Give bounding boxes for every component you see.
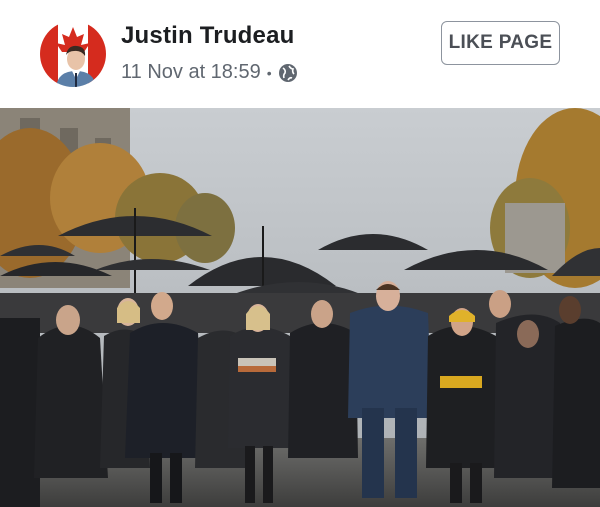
avatar[interactable] [40,21,106,87]
post-photo[interactable] [0,108,600,507]
globe-icon [278,63,298,83]
post-header: Justin Trudeau 11 Nov at 18:59 • LIKE PA… [0,0,600,108]
like-page-button[interactable]: LIKE PAGE [441,21,560,65]
meta-separator: • [266,64,272,81]
post-meta: 11 Nov at 18:59 • [121,61,298,84]
post-timestamp[interactable]: 11 Nov at 18:59 [121,61,261,84]
author-name[interactable]: Justin Trudeau [121,22,295,50]
